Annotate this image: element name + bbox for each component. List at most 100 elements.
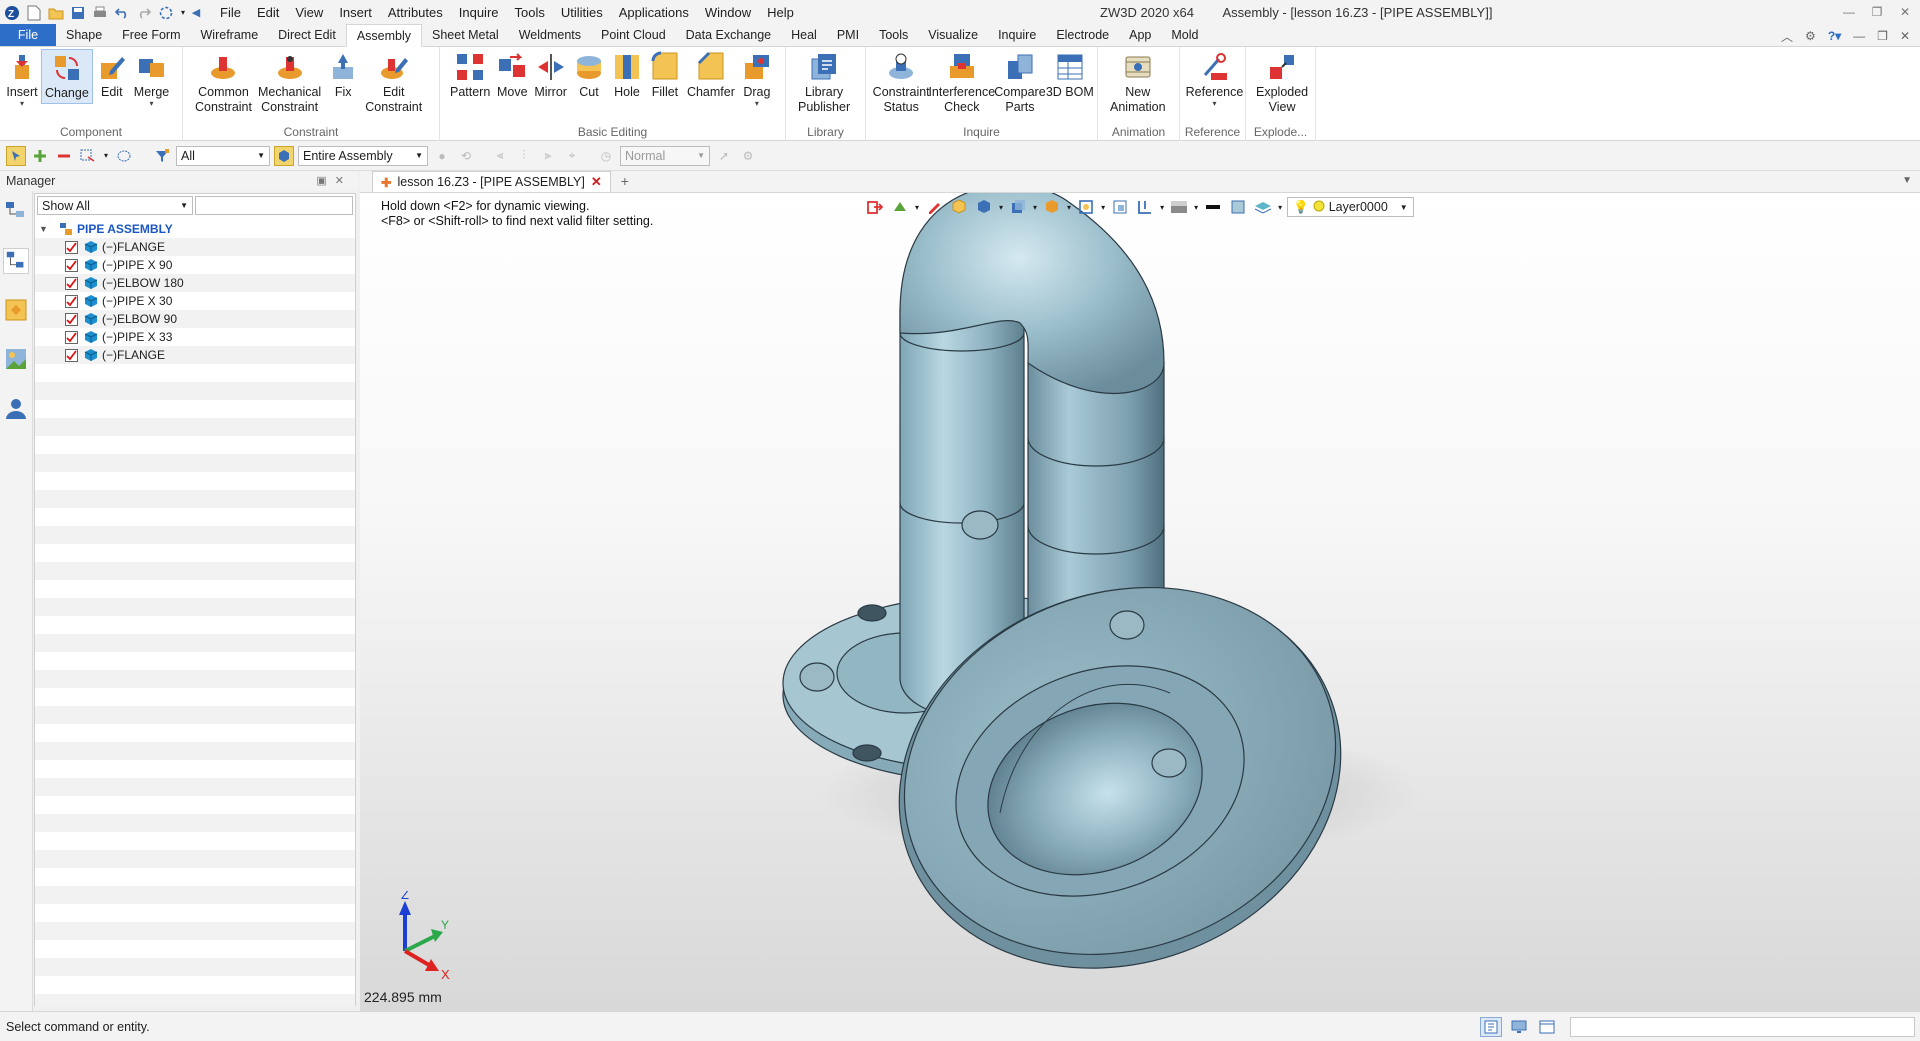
close-panel-icon[interactable]: ✕ — [335, 175, 352, 187]
save-icon[interactable] — [68, 3, 88, 23]
tab-heal[interactable]: Heal — [781, 24, 827, 46]
layer-dropdown[interactable]: 💡 Layer0000 ▼ — [1287, 197, 1414, 217]
visibility-checkbox[interactable] — [65, 240, 78, 254]
tab-data-exchange[interactable]: Data Exchange — [676, 24, 781, 46]
pattern-button[interactable]: Pattern — [447, 49, 493, 102]
tab-electrode[interactable]: Electrode — [1046, 24, 1119, 46]
background-icon[interactable] — [1169, 197, 1189, 217]
history-icon[interactable]: ◷ — [596, 146, 616, 166]
filter-icon[interactable] — [152, 146, 172, 166]
tab-visualize[interactable]: Visualize — [918, 24, 988, 46]
tab-tools[interactable]: Tools — [869, 24, 918, 46]
edit-constraint-button[interactable]: Edit Constraint — [362, 49, 425, 117]
edit-button[interactable]: Edit — [93, 49, 131, 102]
tree-item[interactable]: (−)PIPE X 30 — [35, 292, 355, 310]
tree-search-input[interactable] — [195, 196, 353, 215]
float-panel-icon[interactable]: ▣ — [316, 175, 334, 187]
chevron-down-icon[interactable]: ▾ — [1160, 203, 1164, 212]
new-animation-button[interactable]: New Animation — [1107, 49, 1169, 117]
assembly-scope-icon[interactable] — [274, 145, 294, 166]
chevron-down-icon[interactable]: ▾ — [102, 146, 110, 166]
chevron-down-icon[interactable]: ▾ — [1194, 203, 1198, 212]
pick-mode-icon[interactable] — [6, 145, 26, 166]
render-cube-icon[interactable] — [974, 197, 994, 217]
view-orientation-icon[interactable] — [1008, 197, 1028, 217]
compare-parts-button[interactable]: Compare Parts — [994, 49, 1046, 117]
back-arrow-icon[interactable]: ◀ — [190, 3, 202, 23]
visibility-checkbox[interactable] — [65, 312, 78, 326]
chevron-down-icon[interactable]: ▾ — [1278, 203, 1282, 212]
minimize-icon[interactable]: — — [1838, 0, 1860, 25]
align-right-icon[interactable]: ⫸ — [538, 146, 558, 166]
3d-viewport[interactable]: Hold down <F2> for dynamic viewing. <F8>… — [360, 193, 1920, 1011]
color-swatch-icon[interactable] — [1228, 197, 1248, 217]
visibility-checkbox[interactable] — [65, 294, 78, 308]
merge-button[interactable]: Merge ▾ — [131, 49, 172, 110]
visual-manager-icon[interactable] — [3, 346, 29, 372]
document-tab[interactable]: ✚ lesson 16.Z3 - [PIPE ASSEMBLY] ✕ — [372, 171, 611, 192]
chevron-down-icon[interactable]: ▾ — [1067, 203, 1071, 212]
visibility-checkbox[interactable] — [65, 258, 78, 272]
mirror-button[interactable]: Mirror — [531, 49, 570, 102]
tree-root[interactable]: ▼ PIPE ASSEMBLY — [35, 220, 355, 238]
menu-attributes[interactable]: Attributes — [380, 0, 451, 25]
stop-icon[interactable]: ● — [432, 146, 452, 166]
close-tab-icon[interactable]: ✕ — [591, 174, 602, 190]
pipe-assembly-model[interactable] — [360, 193, 1920, 1011]
section-view-icon[interactable] — [1135, 197, 1155, 217]
regen-icon[interactable] — [156, 3, 176, 23]
pin-icon[interactable]: ⌖ — [562, 146, 582, 166]
tab-app[interactable]: App — [1119, 24, 1161, 46]
tab-weldments[interactable]: Weldments — [509, 24, 591, 46]
zoom-fit-icon[interactable] — [1076, 197, 1096, 217]
close-icon[interactable]: ✕ — [1894, 0, 1916, 25]
layer-manager-icon[interactable] — [1253, 197, 1273, 217]
menu-insert[interactable]: Insert — [331, 0, 380, 25]
expand-arrow-icon[interactable]: ▼ — [39, 224, 53, 234]
tree-item[interactable]: (−)ELBOW 180 — [35, 274, 355, 292]
hole-button[interactable]: Hole — [608, 49, 646, 102]
sketch-pen-icon[interactable] — [924, 197, 944, 217]
assembly-tree-icon[interactable] — [3, 248, 29, 274]
cursor-icon[interactable]: ➚ — [714, 146, 734, 166]
parts-library-icon[interactable] — [3, 297, 29, 323]
view-tools-icon[interactable] — [890, 197, 910, 217]
command-input[interactable] — [1570, 1017, 1915, 1037]
user-icon[interactable] — [3, 395, 29, 421]
remove-icon[interactable] — [54, 146, 74, 166]
chevron-down-icon[interactable]: ▾ — [1101, 203, 1105, 212]
tab-point-cloud[interactable]: Point Cloud — [591, 24, 676, 46]
window-layout-icon[interactable] — [1536, 1017, 1558, 1037]
rotate-icon[interactable]: ⟲ — [456, 146, 476, 166]
menu-window[interactable]: Window — [697, 0, 759, 25]
chevron-down-icon[interactable]: ▾ — [178, 3, 188, 23]
constraint-status-button[interactable]: Constraint Status — [873, 49, 930, 117]
exploded-view-button[interactable]: Exploded View — [1253, 49, 1311, 117]
tab-inquire[interactable]: Inquire — [988, 24, 1046, 46]
new-tab-icon[interactable]: + — [621, 173, 629, 189]
menu-inquire[interactable]: Inquire — [451, 0, 507, 25]
chevron-down-icon[interactable]: ▾ — [915, 203, 919, 212]
scope-dropdown[interactable]: Entire Assembly ▼ — [298, 145, 428, 166]
help-icon[interactable]: ?▾ — [1828, 29, 1841, 43]
filter-dropdown[interactable]: All ▼ — [176, 145, 270, 166]
tab-list-chevron-icon[interactable]: ▼ — [1902, 175, 1912, 186]
common-constraint-button[interactable]: Common Constraint — [192, 49, 255, 117]
show-filter-dropdown[interactable]: Show All ▼ — [37, 196, 193, 215]
display-style-icon[interactable] — [1042, 197, 1062, 217]
fillet-button[interactable]: Fillet — [646, 49, 684, 102]
visibility-checkbox[interactable] — [65, 276, 78, 290]
menu-help[interactable]: Help — [759, 0, 802, 25]
menu-view[interactable]: View — [287, 0, 331, 25]
tree-item[interactable]: (−)ELBOW 90 — [35, 310, 355, 328]
menu-tools[interactable]: Tools — [507, 0, 553, 25]
mode-dropdown[interactable]: Normal ▼ — [620, 145, 710, 166]
tab-direct-edit[interactable]: Direct Edit — [268, 24, 346, 46]
chevron-down-icon[interactable]: ▾ — [1033, 203, 1037, 212]
tab-file[interactable]: File — [0, 24, 56, 46]
tab-sheet-metal[interactable]: Sheet Metal — [422, 24, 509, 46]
close-doc-icon[interactable]: ✕ — [1900, 29, 1910, 43]
tree-item[interactable]: (−)PIPE X 90 — [35, 256, 355, 274]
redo-icon[interactable] — [134, 3, 154, 23]
line-style-icon[interactable] — [1203, 197, 1223, 217]
